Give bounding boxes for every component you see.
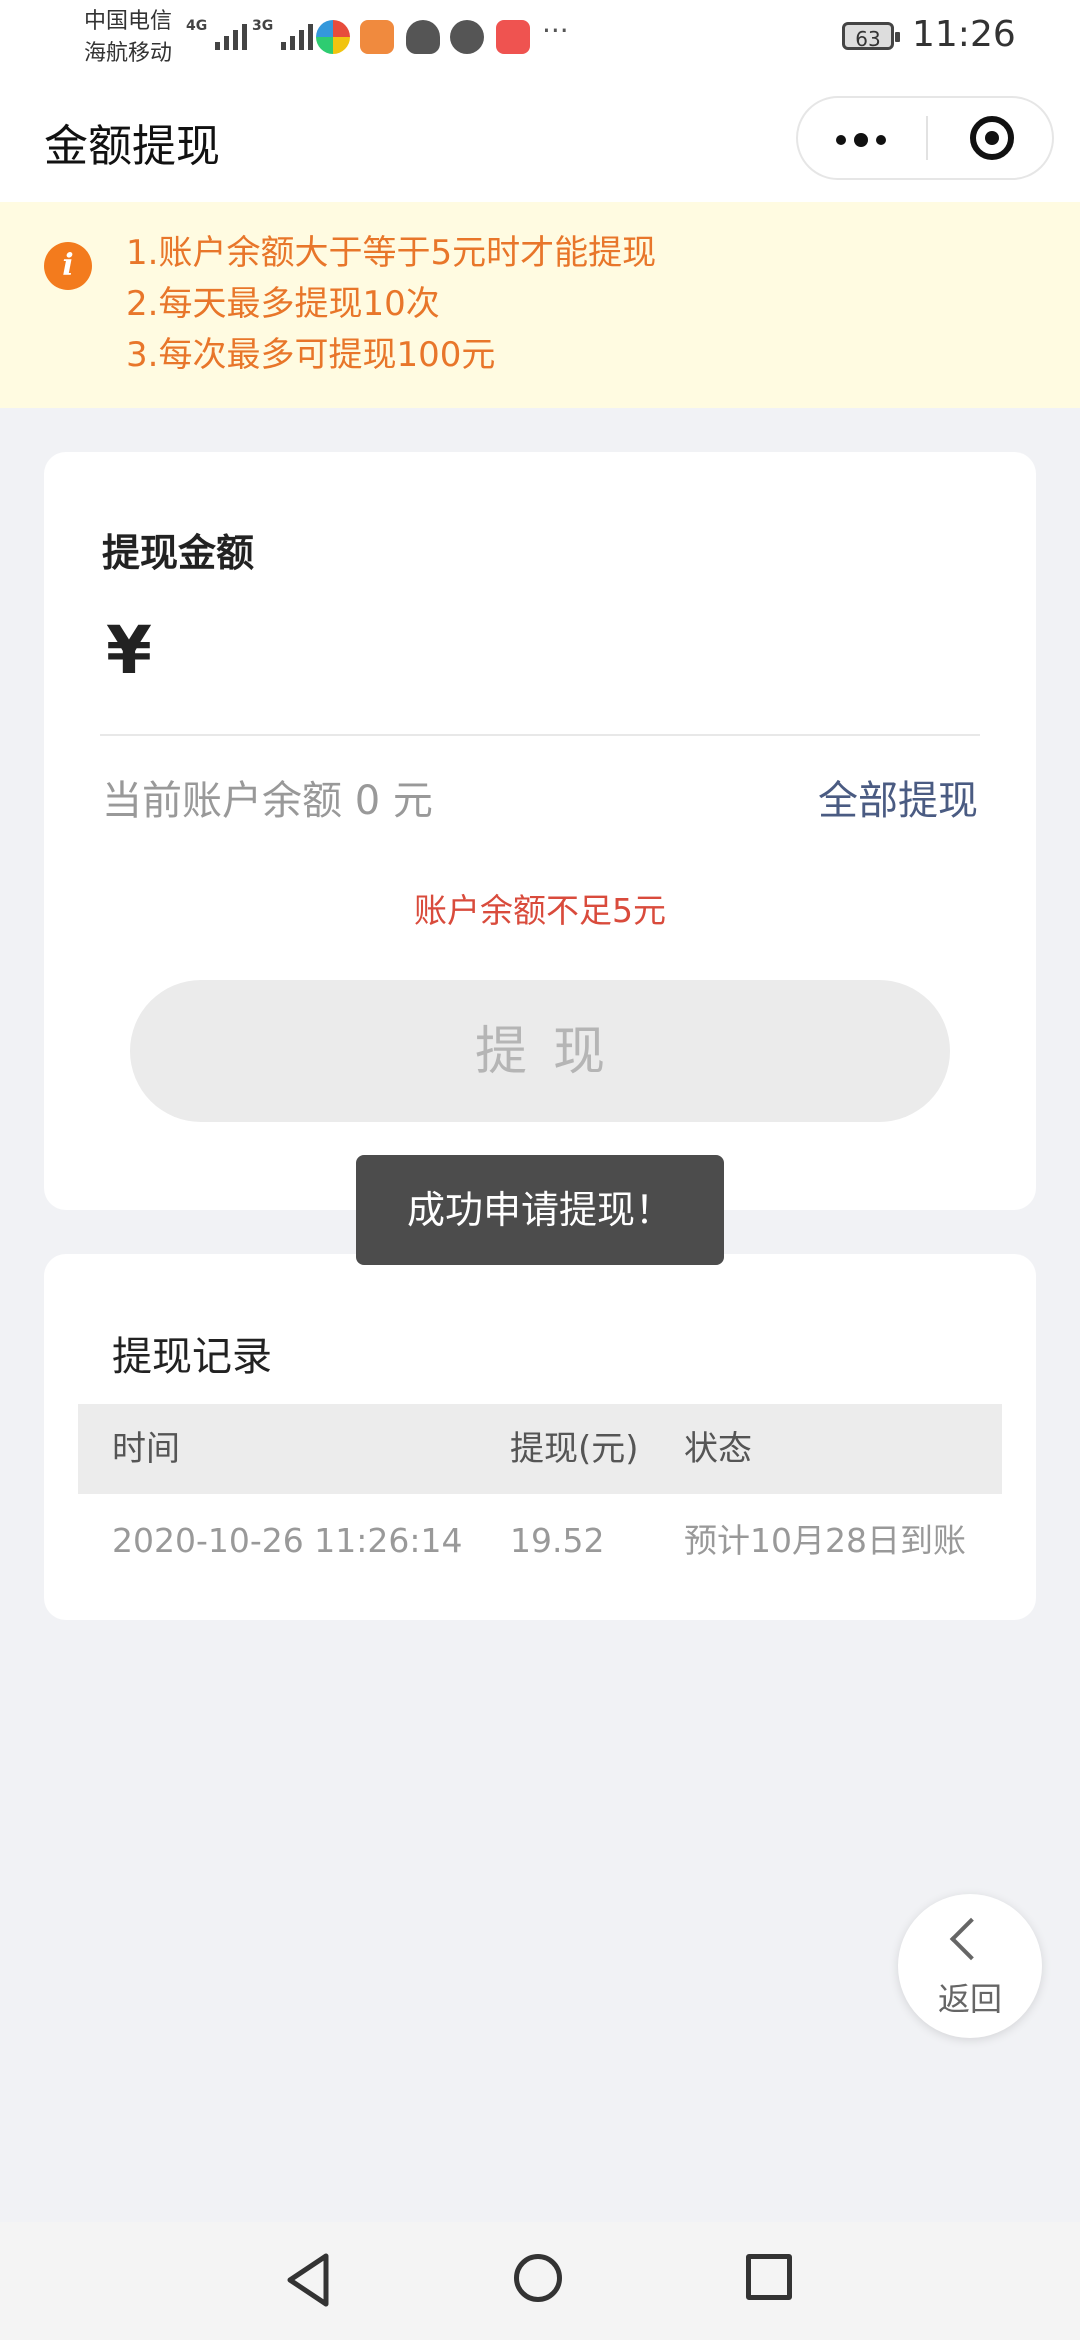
table-row: 2020-10-26 11:26:14 19.52 预计10月28日到账	[78, 1494, 1002, 1588]
toast-message: 成功申请提现！	[356, 1155, 724, 1265]
dot-icon	[854, 133, 868, 147]
table-header: 时间 提现(元) 状态	[78, 1404, 1002, 1494]
withdraw-all-link[interactable]: 全部提现	[818, 768, 978, 826]
column-amount: 提现(元)	[510, 1429, 639, 1469]
dot-icon	[876, 135, 886, 145]
amount-label: 提现金额	[102, 531, 255, 575]
nav-back-icon[interactable]	[284, 2252, 332, 2308]
app-c-icon	[496, 20, 530, 54]
back-button[interactable]: 返回	[898, 1894, 1042, 2038]
battery-icon: 63	[842, 22, 900, 51]
signal-3g-icon: 3G	[252, 18, 314, 50]
notice-line: 2.每天最多提现10次	[126, 284, 440, 324]
app-notification-icon	[316, 20, 350, 54]
currency-symbol: ¥	[106, 612, 152, 689]
health-app-icon	[360, 20, 394, 54]
system-nav-bar	[0, 2222, 1080, 2340]
carrier-info: 中国电信 海航移动	[84, 6, 172, 70]
notice-lines: 1.账户余额大于等于5元时才能提现 2.每天最多提现10次 3.每次最多可提现1…	[126, 228, 656, 381]
carrier-2: 海航移动	[84, 41, 173, 66]
info-icon: i	[44, 242, 92, 290]
records-card: 提现记录 时间 提现(元) 状态 2020-10-26 11:26:14 19.…	[44, 1254, 1036, 1620]
cell-status: 预计10月28日到账	[684, 1521, 966, 1560]
nav-recents-icon[interactable]	[746, 2254, 792, 2300]
chevron-left-icon	[949, 1917, 993, 1961]
close-target-icon[interactable]	[970, 116, 1014, 160]
mini-program-capsule	[796, 96, 1054, 180]
notice-line: 1.账户余额大于等于5元时才能提现	[126, 233, 657, 273]
withdraw-card: 提现金额 ¥ 当前账户余额 0 元 全部提现 账户余额不足5元 提现	[44, 452, 1036, 1210]
dot-icon	[836, 135, 846, 145]
nav-home-icon[interactable]	[514, 2254, 562, 2302]
capsule-divider	[926, 116, 928, 160]
column-status: 状态	[684, 1429, 752, 1469]
signal-1-tag: 4G	[186, 18, 208, 34]
cell-amount: 19.52	[510, 1521, 605, 1560]
notice-banner: i 1.账户余额大于等于5元时才能提现 2.每天最多提现10次 3.每次最多可提…	[0, 202, 1080, 408]
amount-input[interactable]	[194, 612, 978, 704]
error-message: 账户余额不足5元	[414, 891, 666, 930]
message-icon	[450, 20, 484, 54]
divider	[100, 734, 980, 736]
balance-text: 当前账户余额 0 元	[102, 778, 433, 824]
notice-line: 3.每次最多可提现100元	[126, 335, 496, 375]
more-menu-button[interactable]	[798, 98, 926, 178]
status-bar: 中国电信 海航移动 4G 3G ··· 63 11:26	[0, 0, 1080, 74]
carrier-1: 中国电信	[84, 9, 173, 34]
column-time: 时间	[112, 1429, 180, 1469]
records-title: 提现记录	[112, 1334, 272, 1380]
back-label: 返回	[937, 1980, 1002, 2018]
nav-bar: 金额提现	[0, 74, 1080, 202]
more-notifications-icon: ···	[542, 14, 569, 47]
signal-4g-icon: 4G	[186, 18, 248, 50]
qq-icon	[406, 20, 440, 54]
withdraw-button[interactable]: 提现	[130, 980, 950, 1122]
clock: 11:26	[912, 14, 1016, 55]
cell-time: 2020-10-26 11:26:14	[112, 1521, 463, 1560]
signal-2-tag: 3G	[252, 18, 274, 34]
page-title: 金额提现	[44, 121, 220, 172]
